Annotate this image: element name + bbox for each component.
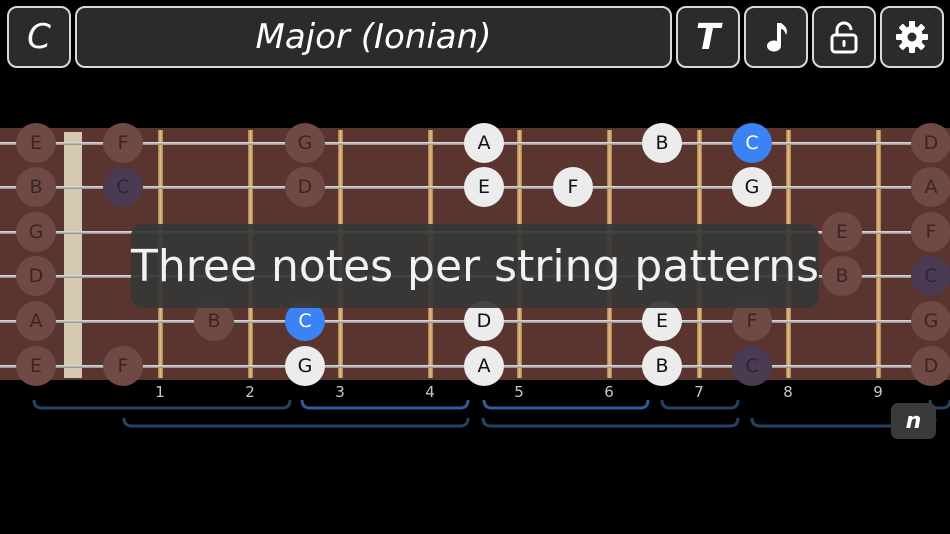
fret-number: 8 — [783, 383, 793, 401]
fret-wire — [876, 130, 881, 378]
fret-note[interactable]: B — [642, 123, 682, 163]
fret-note[interactable]: C — [911, 256, 950, 296]
open-string-note[interactable]: A — [16, 301, 56, 341]
fret-note[interactable]: A — [911, 167, 950, 207]
fret-number: 6 — [604, 383, 614, 401]
fret-note[interactable]: A — [464, 123, 504, 163]
note-text-toggle-button[interactable]: T — [676, 6, 740, 68]
fret-number: 9 — [873, 383, 883, 401]
gear-icon — [896, 21, 928, 53]
pattern-bracket — [122, 417, 470, 428]
open-string-note[interactable]: E — [16, 123, 56, 163]
open-string-note[interactable]: D — [16, 256, 56, 296]
fret-note[interactable]: C — [103, 167, 143, 207]
lock-button[interactable] — [812, 6, 876, 68]
open-string-note[interactable]: E — [16, 346, 56, 386]
fret-note[interactable]: E — [822, 212, 862, 252]
fret-note[interactable]: B — [822, 256, 862, 296]
fret-note[interactable]: F — [553, 167, 593, 207]
pattern-bracket — [300, 399, 470, 410]
fret-note[interactable]: G — [911, 301, 950, 341]
fret-note[interactable]: G — [732, 167, 772, 207]
pattern-bracket — [482, 399, 650, 410]
fret-note[interactable]: D — [911, 346, 950, 386]
fret-number: 1 — [155, 383, 165, 401]
pattern-bracket — [660, 399, 740, 410]
fret-note[interactable]: F — [103, 346, 143, 386]
fret-note[interactable]: F — [103, 123, 143, 163]
scale-selector[interactable]: Major (Ionian) — [75, 6, 672, 68]
fret-note[interactable]: D — [285, 167, 325, 207]
fret-number: 3 — [335, 383, 345, 401]
open-string-note[interactable]: B — [16, 167, 56, 207]
music-note-icon — [767, 23, 787, 52]
settings-button[interactable] — [880, 6, 944, 68]
fret-note[interactable]: C — [732, 123, 772, 163]
fret-note[interactable]: B — [642, 346, 682, 386]
fret-number: 2 — [245, 383, 255, 401]
key-button[interactable]: C — [7, 6, 71, 68]
pattern-bracket — [481, 417, 740, 428]
fret-note[interactable]: A — [464, 346, 504, 386]
nut — [64, 132, 82, 378]
fret-note[interactable]: E — [464, 167, 504, 207]
pattern-button[interactable]: n — [891, 403, 936, 439]
fret-note[interactable]: F — [911, 212, 950, 252]
pattern-toast: Three notes per string patterns — [131, 224, 819, 308]
fret-number: 7 — [694, 383, 704, 401]
fret-note[interactable]: G — [285, 123, 325, 163]
pattern-bracket — [32, 399, 292, 410]
open-string-note[interactable]: G — [16, 212, 56, 252]
fret-number: 5 — [514, 383, 524, 401]
fret-note[interactable]: C — [732, 346, 772, 386]
sound-button[interactable] — [744, 6, 808, 68]
fret-number: 4 — [425, 383, 435, 401]
fret-note[interactable]: G — [285, 346, 325, 386]
lock-icon — [830, 21, 858, 54]
fret-note[interactable]: D — [911, 123, 950, 163]
